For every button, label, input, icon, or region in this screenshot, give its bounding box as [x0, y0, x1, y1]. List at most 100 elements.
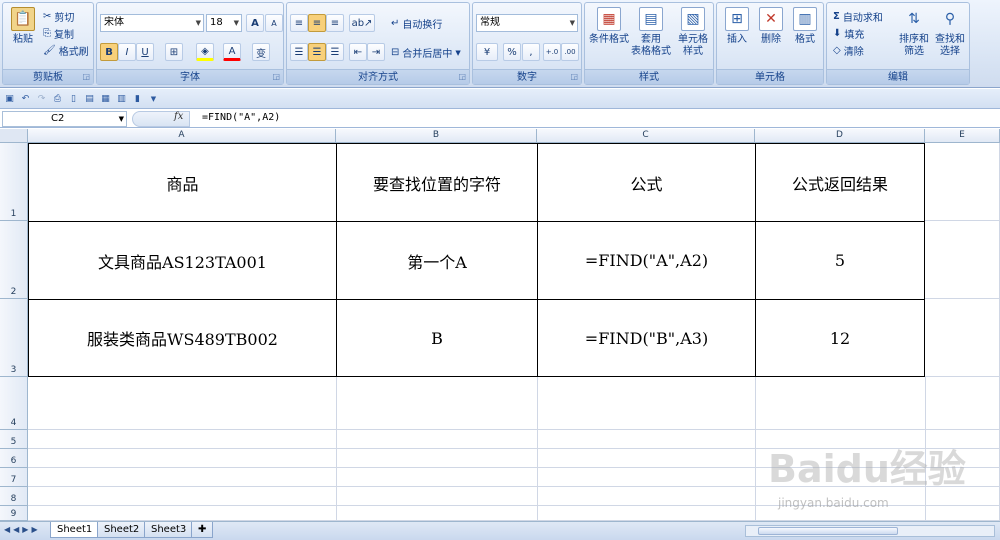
- column-header-c[interactable]: C: [537, 129, 755, 143]
- save-icon[interactable]: ▣: [4, 93, 15, 104]
- chevron-down-icon[interactable]: ▼: [196, 15, 201, 31]
- shrink-font-button[interactable]: A: [265, 14, 283, 32]
- tab-sheet1[interactable]: Sheet1: [50, 522, 100, 538]
- dialog-launcher-icon[interactable]: ◲: [82, 72, 90, 81]
- tab-sheet2[interactable]: Sheet2: [97, 522, 147, 538]
- redo-icon[interactable]: ↷: [36, 93, 47, 104]
- chart-icon[interactable]: ▮: [132, 93, 143, 104]
- align-bottom-button[interactable]: ≡: [326, 14, 344, 32]
- copy-button[interactable]: ⎘ 复制: [43, 26, 74, 41]
- tab-sheet3[interactable]: Sheet3: [144, 522, 194, 538]
- font-size-combo[interactable]: 18 ▼: [206, 14, 242, 32]
- column-header-b[interactable]: B: [336, 129, 537, 143]
- table-icon[interactable]: ▦: [100, 93, 111, 104]
- select-all-corner[interactable]: [0, 129, 28, 143]
- wrap-text-button[interactable]: ↵ 自动换行: [391, 16, 442, 31]
- insert-button[interactable]: ⊞ 插入: [721, 7, 753, 46]
- undo-icon[interactable]: ↶: [20, 93, 31, 104]
- format-painter-button[interactable]: 🖌 格式刷: [43, 43, 89, 58]
- bold-button[interactable]: B: [100, 43, 118, 61]
- cell-c1[interactable]: 公式: [537, 143, 756, 222]
- cell-a1[interactable]: 商品: [28, 143, 337, 222]
- sort-filter-button[interactable]: ⇅ 排序和 筛选: [897, 7, 931, 58]
- align-top-button[interactable]: ≡: [290, 14, 308, 32]
- column-header-e[interactable]: E: [925, 129, 1000, 143]
- decrease-indent-button[interactable]: ⇤: [349, 43, 367, 61]
- orientation-button[interactable]: ab↗: [349, 14, 375, 32]
- column-header-d[interactable]: D: [755, 129, 925, 143]
- align-center-button[interactable]: ☰: [308, 43, 326, 61]
- conditional-format-button[interactable]: ▦ 条件格式: [587, 7, 631, 46]
- fill-button[interactable]: ⬇ 填充: [833, 26, 864, 41]
- cell-d2[interactable]: 5: [755, 221, 925, 300]
- name-box[interactable]: C2 ▼: [2, 111, 127, 127]
- customize-toolbar-icon[interactable]: ▼: [148, 93, 159, 104]
- cell-e3[interactable]: [925, 299, 1000, 377]
- grid-icon[interactable]: ▥: [116, 93, 127, 104]
- format-button[interactable]: ▥ 格式: [789, 7, 821, 46]
- cell-b3[interactable]: B: [336, 299, 538, 377]
- cell-d1[interactable]: 公式返回结果: [755, 143, 925, 222]
- percent-button[interactable]: %: [503, 43, 521, 61]
- phonetic-button[interactable]: 变: [252, 43, 270, 61]
- border-button[interactable]: ⊞: [165, 43, 183, 61]
- cell-b2[interactable]: 第一个A: [336, 221, 538, 300]
- cell-c3[interactable]: =FIND("B",A3): [537, 299, 756, 377]
- page-setup-icon[interactable]: ▤: [84, 93, 95, 104]
- sheet-nav-arrows-icon[interactable]: ◀◀▶▶: [4, 525, 41, 534]
- underline-button[interactable]: U: [136, 43, 154, 61]
- find-select-button[interactable]: ⚲ 查找和 选择: [933, 7, 967, 58]
- cell-e2[interactable]: [925, 221, 1000, 299]
- cell-styles-button[interactable]: ▧ 单元格 样式: [673, 7, 713, 58]
- cell-c2[interactable]: =FIND("A",A2): [537, 221, 756, 300]
- row-header-4[interactable]: 4: [0, 377, 28, 430]
- chevron-down-icon[interactable]: ▼: [119, 112, 124, 126]
- row-header-1[interactable]: 1: [0, 143, 28, 221]
- number-format-combo[interactable]: 常规 ▼: [476, 14, 578, 32]
- cell-a3[interactable]: 服装类商品WS489TB002: [28, 299, 337, 377]
- paste-button[interactable]: 📋 粘贴: [8, 7, 38, 46]
- print-preview-icon[interactable]: ⎙: [52, 93, 63, 104]
- row-header-6[interactable]: 6: [0, 449, 28, 468]
- chevron-down-icon[interactable]: ▼: [570, 15, 575, 31]
- scrollbar-thumb[interactable]: [758, 527, 898, 535]
- delete-button[interactable]: ✕ 删除: [755, 7, 787, 46]
- fill-color-button[interactable]: ◈: [196, 43, 214, 61]
- chevron-down-icon[interactable]: ▼: [234, 15, 239, 31]
- comma-button[interactable]: ,: [522, 43, 540, 61]
- font-color-button[interactable]: A: [223, 43, 241, 61]
- autosum-button[interactable]: Σ 自动求和: [833, 9, 883, 24]
- row-header-9[interactable]: 9: [0, 506, 28, 521]
- cut-button[interactable]: ✂ 剪切: [43, 9, 74, 24]
- cell-a2[interactable]: 文具商品AS123TA001: [28, 221, 337, 300]
- format-as-table-button[interactable]: ▤ 套用 表格格式: [629, 7, 673, 58]
- increase-indent-button[interactable]: ⇥: [367, 43, 385, 61]
- column-header-a[interactable]: A: [28, 129, 336, 143]
- cell-d3[interactable]: 12: [755, 299, 925, 377]
- row-header-7[interactable]: 7: [0, 468, 28, 487]
- row-header-2[interactable]: 2: [0, 221, 28, 299]
- formula-input[interactable]: =FIND("A",A2): [202, 112, 280, 123]
- chevron-down-icon[interactable]: ▼: [455, 49, 460, 57]
- horizontal-scrollbar[interactable]: [745, 525, 995, 537]
- row-header-8[interactable]: 8: [0, 487, 28, 506]
- align-middle-button[interactable]: ≡: [308, 14, 326, 32]
- dialog-launcher-icon[interactable]: ◲: [272, 72, 280, 81]
- currency-button[interactable]: ¥: [476, 43, 498, 61]
- dialog-launcher-icon[interactable]: ◲: [458, 72, 466, 81]
- cell-b1[interactable]: 要查找位置的字符: [336, 143, 538, 222]
- cell-e1[interactable]: [925, 143, 1000, 221]
- new-document-icon[interactable]: ▯: [68, 93, 79, 104]
- align-left-button[interactable]: ☰: [290, 43, 308, 61]
- increase-decimal-button[interactable]: +.0: [543, 43, 561, 61]
- grow-font-button[interactable]: A: [246, 14, 264, 32]
- decrease-decimal-button[interactable]: .00: [561, 43, 579, 61]
- clear-button[interactable]: ◇ 清除: [833, 43, 864, 58]
- row-header-5[interactable]: 5: [0, 430, 28, 449]
- row-header-3[interactable]: 3: [0, 299, 28, 377]
- insert-sheet-button[interactable]: ✚: [191, 522, 214, 538]
- grid-area[interactable]: [28, 377, 1000, 430]
- italic-button[interactable]: I: [118, 43, 136, 61]
- dialog-launcher-icon[interactable]: ◲: [570, 72, 578, 81]
- insert-function-icon[interactable]: fx: [174, 111, 183, 122]
